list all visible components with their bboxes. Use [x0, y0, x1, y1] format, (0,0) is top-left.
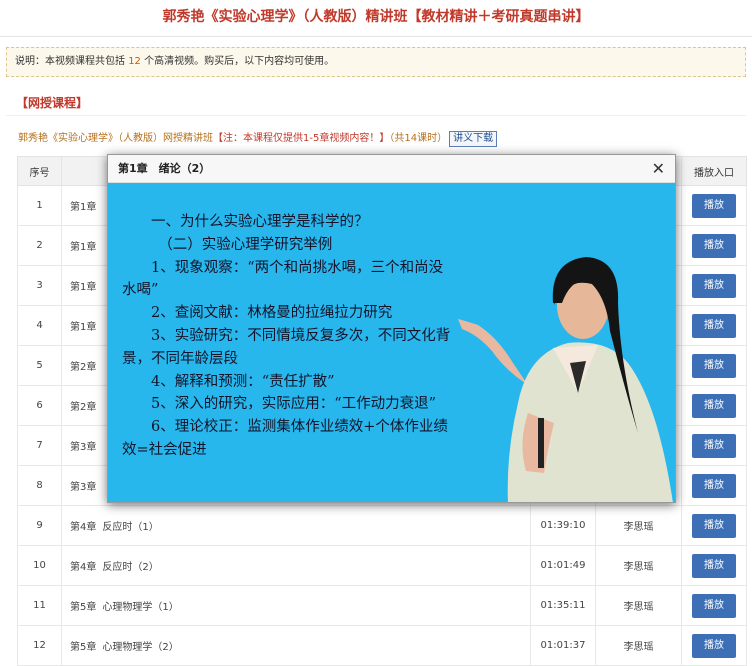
modal-title: 第1章 绪论（2）: [118, 162, 211, 175]
handout-download-button[interactable]: 讲义下载: [449, 131, 498, 147]
row-lesson-title: 反应时（2）: [102, 562, 159, 573]
play-button[interactable]: 播放: [692, 393, 736, 418]
video-modal: 第1章 绪论（2） ✕ 一、为什么实验心理学是科学的？ （二）实验心理学研究举例…: [107, 154, 676, 503]
play-button[interactable]: 播放: [692, 233, 736, 258]
row-chapter: 第4章: [70, 562, 97, 573]
row-num: 1: [17, 185, 62, 226]
notice-prefix: 说明：本视频课程共包括: [15, 56, 125, 67]
row-chapter: 第3章: [70, 482, 97, 493]
row-teacher: 李思瑶: [595, 585, 682, 626]
slide-line: 一、为什么实验心理学是科学的？: [122, 214, 369, 230]
row-title: 第4章 反应时（2）: [61, 545, 531, 586]
row-play-cell: 播放: [681, 345, 747, 386]
course-name: 郭秀艳《实验心理学》（人教版）网授精讲班: [18, 133, 213, 144]
row-teacher: 李思瑶: [595, 545, 682, 586]
row-num: 2: [17, 225, 62, 266]
row-teacher: 李思瑶: [595, 625, 682, 666]
row-chapter: 第4章: [70, 522, 97, 533]
play-button[interactable]: 播放: [692, 273, 736, 298]
row-play-cell: 播放: [681, 385, 747, 426]
row-chapter: 第2章: [70, 402, 97, 413]
row-chapter: 第1章: [70, 202, 97, 213]
table-row: 11 第5章 心理物理学（1） 01:35:11 李思瑶 播放: [17, 585, 747, 626]
row-play-cell: 播放: [681, 545, 747, 586]
row-chapter: 第1章: [70, 242, 97, 253]
row-num: 8: [17, 465, 62, 506]
row-lesson-title: 心理物理学（1）: [102, 602, 179, 613]
row-title: 第4章 反应时（1）: [61, 505, 531, 546]
row-chapter: 第5章: [70, 642, 97, 653]
row-chapter: 第1章: [70, 282, 97, 293]
header-num: 序号: [17, 156, 62, 186]
row-play-cell: 播放: [681, 585, 747, 626]
row-num: 7: [17, 425, 62, 466]
modal-header: 第1章 绪论（2） ✕: [108, 155, 675, 183]
row-chapter: 第5章: [70, 602, 97, 613]
row-duration: 01:35:11: [530, 585, 596, 626]
row-play-cell: 播放: [681, 305, 747, 346]
title-divider: [0, 36, 752, 37]
header-play: 播放入口: [681, 156, 747, 186]
row-play-cell: 播放: [681, 465, 747, 506]
row-play-cell: 播放: [681, 505, 747, 546]
row-num: 6: [17, 385, 62, 426]
notice-suffix: 个高清视频。购买后，以下内容均可使用。: [144, 56, 335, 67]
row-num: 5: [17, 345, 62, 386]
play-button[interactable]: 播放: [692, 553, 736, 578]
row-play-cell: 播放: [681, 225, 747, 266]
row-num: 10: [17, 545, 62, 586]
row-chapter: 第1章: [70, 322, 97, 333]
row-chapter: 第2章: [70, 362, 97, 373]
play-button[interactable]: 播放: [692, 433, 736, 458]
row-lesson-title: 心理物理学（2）: [102, 642, 179, 653]
row-title: 第5章 心理物理学（1）: [61, 585, 531, 626]
notice-box: 说明：本视频课程共包括 12 个高清视频。购买后，以下内容均可使用。: [6, 47, 746, 77]
play-button[interactable]: 播放: [692, 593, 736, 618]
lecturer-image: [458, 257, 673, 502]
play-button[interactable]: 播放: [692, 313, 736, 338]
table-row: 12 第5章 心理物理学（2） 01:01:37 李思瑶 播放: [17, 625, 747, 666]
play-button[interactable]: 播放: [692, 473, 736, 498]
row-teacher: 李思瑶: [595, 505, 682, 546]
row-play-cell: 播放: [681, 625, 747, 666]
row-num: 9: [17, 505, 62, 546]
table-row: 10 第4章 反应时（2） 01:01:49 李思瑶 播放: [17, 545, 747, 586]
row-duration: 01:39:10: [530, 505, 596, 546]
row-duration: 01:01:49: [530, 545, 596, 586]
video-player[interactable]: 一、为什么实验心理学是科学的？ （二）实验心理学研究举例 1、现象观察：“两个和…: [108, 183, 675, 502]
course-warning: 【注：本课程仅提供1-5章视频内容！】: [213, 133, 390, 144]
row-duration: 01:01:37: [530, 625, 596, 666]
row-num: 12: [17, 625, 62, 666]
play-button[interactable]: 播放: [692, 193, 736, 218]
row-num: 3: [17, 265, 62, 306]
row-lesson-title: 反应时（1）: [102, 522, 159, 533]
close-icon[interactable]: ✕: [652, 155, 665, 182]
notice-count: 12: [128, 56, 141, 67]
play-button[interactable]: 播放: [692, 353, 736, 378]
row-num: 11: [17, 585, 62, 626]
page-title: 郭秀艳《实验心理学》（人教版）精讲班【教材精讲＋考研真题串讲】: [162, 9, 590, 25]
row-title: 第5章 心理物理学（2）: [61, 625, 531, 666]
course-hours: （共14课时）: [389, 133, 448, 144]
row-play-cell: 播放: [681, 185, 747, 226]
row-play-cell: 播放: [681, 265, 747, 306]
row-num: 4: [17, 305, 62, 346]
play-button[interactable]: 播放: [692, 633, 736, 658]
table-row: 9 第4章 反应时（1） 01:39:10 李思瑶 播放: [17, 505, 747, 546]
course-info: 郭秀艳《实验心理学》（人教版）网授精讲班【注：本课程仅提供1-5章视频内容！】（…: [18, 129, 498, 147]
row-play-cell: 播放: [681, 425, 747, 466]
row-chapter: 第3章: [70, 442, 97, 453]
section-divider: [6, 115, 746, 116]
section-title: 【网授课程】: [16, 96, 89, 110]
play-button[interactable]: 播放: [692, 513, 736, 538]
